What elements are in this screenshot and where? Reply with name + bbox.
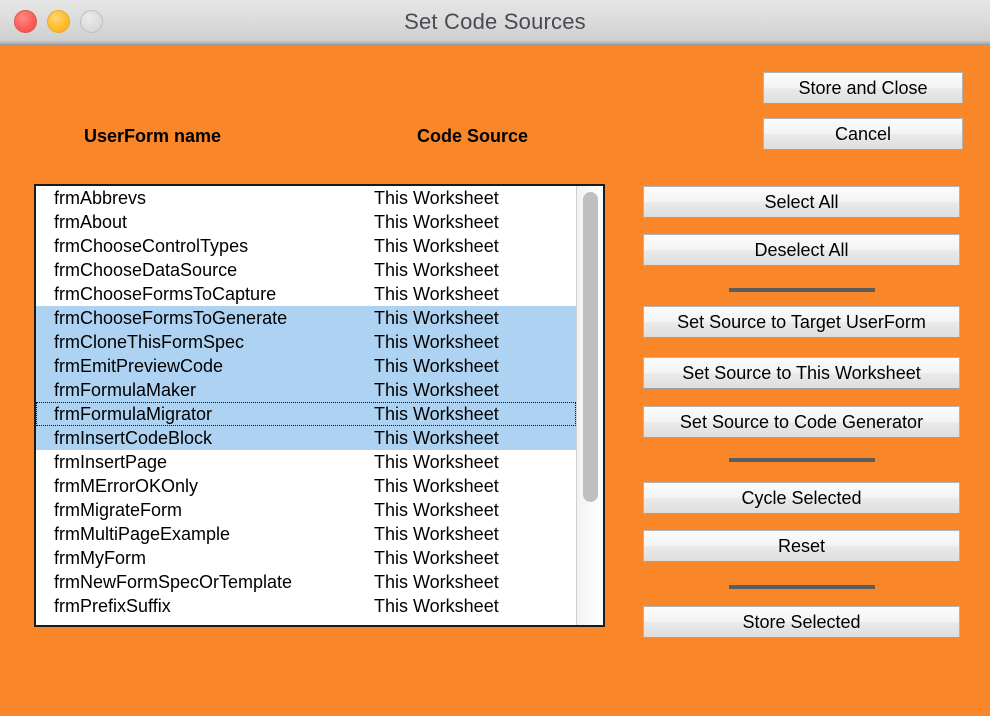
userform-name-cell: frmChooseControlTypes (54, 236, 249, 256)
table-row[interactable]: frmAbout This Worksheet (36, 210, 576, 234)
code-source-cell: This Worksheet (374, 452, 499, 472)
title-bar[interactable]: Set Code Sources (0, 0, 990, 45)
code-source-cell: This Worksheet (374, 476, 499, 496)
code-source-cell: This Worksheet (374, 284, 499, 304)
userform-name-cell: frmFormulaMaker (54, 380, 197, 400)
table-row[interactable]: frmEmitPreviewCode This Worksheet (36, 354, 576, 378)
table-row[interactable]: frmCloneThisFormSpec This Worksheet (36, 330, 576, 354)
table-row[interactable]: frmMultiPageExample This Worksheet (36, 522, 576, 546)
userform-name-cell: frmChooseDataSource (54, 260, 238, 280)
cycle-selected-button[interactable]: Cycle Selected (643, 482, 960, 514)
code-source-cell: This Worksheet (374, 260, 499, 280)
table-row[interactable]: frmNewFormSpecOrTemplate This Worksheet (36, 570, 576, 594)
vertical-scrollbar[interactable] (576, 186, 603, 625)
code-source-cell: This Worksheet (374, 572, 499, 592)
code-source-cell: This Worksheet (374, 548, 499, 568)
deselect-all-button[interactable]: Deselect All (643, 234, 960, 266)
store-and-close-button[interactable]: Store and Close (763, 72, 963, 104)
table-row[interactable]: frmChooseControlTypes This Worksheet (36, 234, 576, 258)
userform-name-cell: frmInsertCodeBlock (54, 428, 213, 448)
userform-name-cell: frmMyForm (54, 548, 146, 568)
scrollbar-thumb[interactable] (583, 192, 598, 502)
userform-name-cell: frmPrefixSuffix (54, 596, 171, 616)
userform-name-cell: frmMErrorOKOnly (54, 476, 198, 496)
code-source-cell: This Worksheet (374, 212, 499, 232)
userform-name-cell: frmFormulaMigrator (54, 404, 213, 424)
code-source-cell: This Worksheet (374, 188, 499, 208)
table-row[interactable]: frmAbbrevs This Worksheet (36, 186, 576, 210)
table-row[interactable]: frmMigrateForm This Worksheet (36, 498, 576, 522)
userform-name-cell: frmAbout (54, 212, 128, 232)
list-rows-container: frmAbbrevs This Worksheet frmAbout This Wor… (36, 186, 576, 625)
set-source-to-code-generator-button[interactable]: Set Source to Code Generator (643, 406, 960, 438)
store-selected-button[interactable]: Store Selected (643, 606, 960, 638)
code-source-cell: This Worksheet (374, 332, 499, 352)
reset-button[interactable]: Reset (643, 530, 960, 562)
table-row[interactable]: frmFormulaMigrator This Worksheet (36, 402, 576, 426)
userform-name-cell: frmChooseFormsToGenerate (54, 308, 288, 328)
column-header-userform-name: UserForm name (84, 126, 222, 146)
cancel-button[interactable]: Cancel (763, 118, 963, 150)
set-source-to-target-userform-button[interactable]: Set Source to Target UserForm (643, 306, 960, 338)
userform-list-box[interactable]: frmAbbrevs This Worksheet frmAbout This Wor… (34, 184, 605, 627)
userform-name-cell: frmInsertPage (54, 452, 168, 472)
set-code-sources-window: Set Code Sources UserForm name Code Sour… (0, 0, 990, 716)
userform-name-cell: frmMigrateForm (54, 500, 183, 520)
column-header-code-source: Code Source (417, 126, 529, 146)
separator-3 (729, 585, 875, 589)
code-source-cell: This Worksheet (374, 596, 499, 616)
userform-name-cell: frmAbbrevs (54, 188, 147, 208)
separator-2 (729, 458, 875, 462)
userform-name-cell: frmCloneThisFormSpec (54, 332, 245, 352)
table-row[interactable]: frmMyForm This Worksheet (36, 546, 576, 570)
table-row[interactable]: frmInsertCodeBlock This Worksheet (36, 426, 576, 450)
code-source-cell: This Worksheet (374, 236, 499, 256)
table-row[interactable]: frmFormulaMaker This Worksheet (36, 378, 576, 402)
separator-1 (729, 288, 875, 292)
code-source-cell: This Worksheet (374, 428, 499, 448)
code-source-cell: This Worksheet (374, 356, 499, 376)
table-row[interactable]: frmPrefixSuffix This Worksheet (36, 594, 576, 618)
code-source-cell: This Worksheet (374, 500, 499, 520)
table-row[interactable]: frmChooseDataSource This Worksheet (36, 258, 576, 282)
select-all-button[interactable]: Select All (643, 186, 960, 218)
userform-name-cell: frmMultiPageExample (54, 524, 231, 544)
userform-name-cell: frmNewFormSpecOrTemplate (54, 572, 293, 592)
table-row[interactable]: frmChooseFormsToGenerate This Worksheet (36, 306, 576, 330)
code-source-cell: This Worksheet (374, 308, 499, 328)
table-row[interactable]: frmMErrorOKOnly This Worksheet (36, 474, 576, 498)
code-source-cell: This Worksheet (374, 524, 499, 544)
window-title: Set Code Sources (404, 9, 586, 34)
table-row[interactable]: frmInsertPage This Worksheet (36, 450, 576, 474)
set-source-to-this-worksheet-button[interactable]: Set Source to This Worksheet (643, 357, 960, 389)
table-row[interactable]: frmChooseFormsToCapture This Worksheet (36, 282, 576, 306)
code-source-cell: This Worksheet (374, 380, 499, 400)
userform-name-cell: frmEmitPreviewCode (54, 356, 224, 376)
userform-name-cell: frmChooseFormsToCapture (54, 284, 277, 304)
code-source-cell: This Worksheet (374, 404, 499, 424)
